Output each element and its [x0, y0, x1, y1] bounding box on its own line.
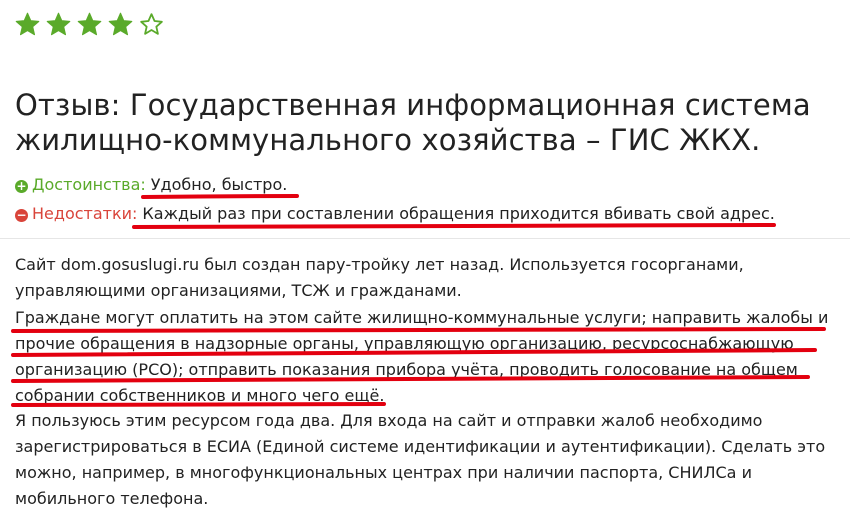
pros-value: Удобно, быстро.	[150, 175, 288, 194]
cons-row: − Недостатки: Каждый раз при составлении о…	[15, 204, 775, 224]
review-paragraph: Сайт dom.gosuslugi.ru был создан пару-тр…	[15, 255, 744, 300]
star-empty-icon	[140, 13, 163, 35]
cons-label: Недостатки:	[32, 204, 138, 223]
star-icon	[15, 12, 40, 36]
star-icon	[108, 12, 133, 36]
review-paragraph: Я пользуюсь этим ресурсом года два. Для …	[15, 411, 826, 508]
divider	[0, 238, 850, 239]
minus-circle-icon: −	[15, 208, 28, 222]
underline-cons	[132, 223, 776, 229]
pros-label: Достоинства:	[32, 175, 146, 194]
rating-stars	[14, 11, 165, 38]
cons-value: Каждый раз при составлении обращения при…	[142, 204, 775, 223]
plus-circle-icon: +	[15, 179, 28, 193]
underline-pros	[141, 194, 299, 199]
pros-row: + Достоинства: Удобно, быстро.	[15, 175, 287, 195]
review-title: Отзыв: Государственная информационная си…	[15, 88, 811, 157]
review-paragraph: Граждане могут оплатить на этом сайте жи…	[15, 308, 829, 405]
star-icon	[46, 12, 71, 36]
star-icon	[77, 12, 102, 36]
